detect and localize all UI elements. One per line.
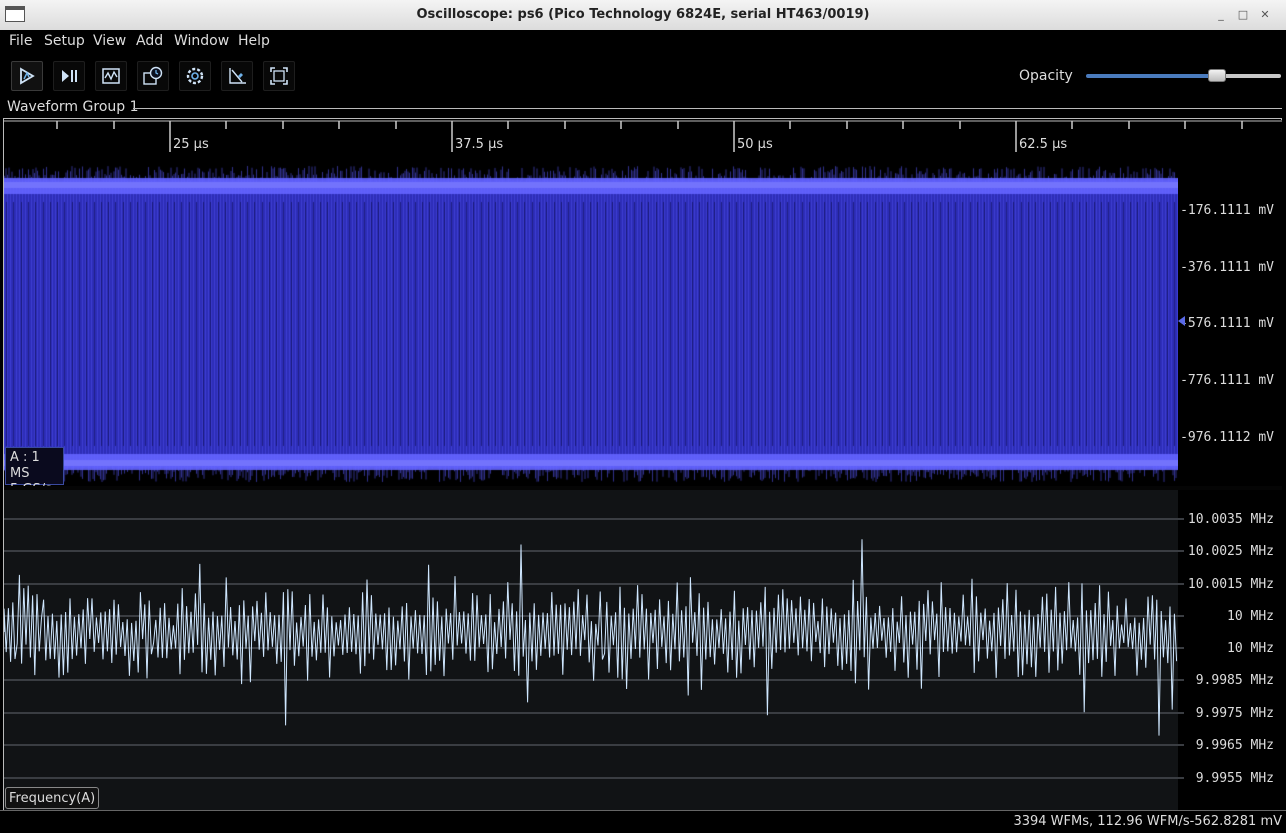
play-pause-button[interactable] — [53, 61, 85, 91]
time-ruler[interactable]: 25 µs 37.5 µs 50 µs 62.5 µs — [4, 120, 1282, 162]
voltage-label: -776.1111 mV — [1180, 373, 1274, 388]
minimize-button[interactable]: _ — [1212, 6, 1230, 24]
play-pause-icon — [62, 70, 77, 82]
menu-bar: File Setup View Add Window Help — [0, 30, 1286, 52]
menu-window[interactable]: Window — [174, 33, 229, 49]
time-ruler-svg: 25 µs 37.5 µs 50 µs 62.5 µs — [4, 120, 1282, 152]
opacity-label: Opacity — [1019, 68, 1073, 84]
frequency-plot[interactable] — [4, 490, 1178, 810]
menu-add[interactable]: Add — [136, 33, 163, 49]
settings-icon — [186, 67, 204, 85]
time-label: 62.5 µs — [1019, 137, 1067, 152]
frequency-axis-label: 9.9965 MHz — [1195, 738, 1274, 753]
channel-a-depth: A : 1 MS — [10, 450, 40, 481]
frequency-axis-label: 10.0015 MHz — [1187, 577, 1274, 592]
channel-a-waveform — [4, 162, 1178, 486]
measure-icon — [229, 68, 246, 84]
frequency-trend-plot — [4, 518, 1178, 779]
voltage-label: -976.1112 mV — [1180, 430, 1274, 445]
status-text: 3394 WFMs, 112.96 WFM/s-562.8281 mV — [1013, 814, 1282, 829]
fullscreen-icon — [270, 67, 288, 85]
frequency-axis-label: 9.9985 MHz — [1195, 673, 1274, 688]
menu-help[interactable]: Help — [238, 33, 270, 49]
voltage-label: -576.1111 mV — [1180, 316, 1274, 331]
waveform-group-title: Waveform Group 1 — [7, 99, 139, 115]
time-label: 50 µs — [737, 137, 773, 152]
trigger-arm-icon — [20, 67, 35, 85]
close-button[interactable]: ✕ — [1256, 6, 1274, 24]
frequency-trace — [4, 539, 1178, 736]
frequency-axis[interactable]: 10.0035 MHz 10.0025 MHz 10.0015 MHz 10 M… — [1178, 490, 1282, 810]
voltage-label: -176.1111 mV — [1180, 203, 1274, 218]
fullscreen-button[interactable] — [263, 61, 295, 91]
measure-button[interactable] — [221, 61, 253, 91]
trigger-level-marker-icon[interactable] — [1178, 316, 1186, 326]
settings-button[interactable] — [179, 61, 211, 91]
time-label: 37.5 µs — [455, 137, 503, 152]
menu-setup[interactable]: Setup — [44, 33, 85, 49]
trigger-arm-button[interactable] — [11, 61, 43, 91]
channel-a-waveform-plot[interactable] — [4, 162, 1178, 486]
history-icon — [143, 66, 163, 85]
maximize-button[interactable]: □ — [1234, 6, 1252, 24]
frequency-axis-label: 10.0025 MHz — [1187, 544, 1274, 559]
window-title: Oscilloscope: ps6 (Pico Technology 6824E… — [416, 7, 870, 22]
group-divider — [133, 108, 1282, 109]
waveform-icon — [102, 68, 120, 84]
channel-a-voltage-axis[interactable]: -176.1111 mV -376.1111 mV -576.1111 mV -… — [1178, 162, 1282, 486]
frequency-axis-label: 10 MHz — [1227, 609, 1274, 624]
frequency-axis-label: 9.9955 MHz — [1195, 771, 1274, 786]
channel-a-label[interactable]: A : 1 MS 5 GS/s — [5, 447, 64, 497]
history-button[interactable] — [137, 61, 169, 91]
title-bar: Oscilloscope: ps6 (Pico Technology 6824E… — [0, 0, 1286, 31]
status-bar: 3394 WFMs, 112.96 WFM/s-562.8281 mV — [0, 810, 1286, 833]
frequency-axis-label: 10 MHz — [1227, 641, 1274, 656]
waveform-button[interactable] — [95, 61, 127, 91]
opacity-slider-remaining — [1216, 74, 1281, 78]
menu-file[interactable]: File — [9, 33, 32, 49]
time-label: 25 µs — [173, 137, 209, 152]
voltage-label: -376.1111 mV — [1180, 260, 1274, 275]
frequency-trace-label[interactable]: Frequency(A) — [5, 787, 99, 809]
opacity-slider-handle[interactable] — [1207, 69, 1226, 82]
opacity-slider-track[interactable] — [1086, 74, 1217, 78]
frequency-axis-label: 10.0035 MHz — [1187, 512, 1274, 527]
frequency-axis-label: 9.9975 MHz — [1195, 706, 1274, 721]
menu-view[interactable]: View — [93, 33, 126, 49]
